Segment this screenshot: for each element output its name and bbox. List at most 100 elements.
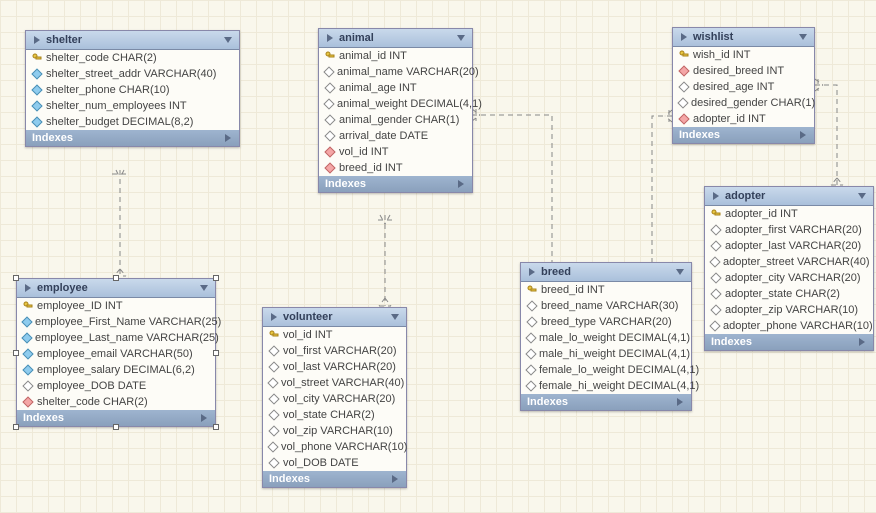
column-label: shelter_budget DECIMAL(8,2) [46, 116, 193, 128]
expand-icon[interactable] [223, 133, 233, 143]
column-row[interactable]: animal_name VARCHAR(20) [319, 64, 472, 80]
column-row[interactable]: desired_breed INT [673, 63, 814, 79]
column-row[interactable]: adopter_zip VARCHAR(10) [705, 302, 873, 318]
collapse-icon[interactable] [456, 33, 466, 43]
collapse-icon[interactable] [390, 312, 400, 322]
column-row[interactable]: vol_zip VARCHAR(10) [263, 423, 406, 439]
expand-icon[interactable] [390, 474, 400, 484]
column-row[interactable]: shelter_code CHAR(2) [26, 50, 239, 66]
column-label: vol_phone VARCHAR(10) [281, 441, 407, 453]
collapse-icon[interactable] [199, 283, 209, 293]
indexes-bar[interactable]: Indexes [521, 394, 691, 410]
collapse-icon[interactable] [798, 32, 808, 42]
column-row[interactable]: female_hi_weight DECIMAL(4,1) [521, 378, 691, 394]
column-row[interactable]: employee_Last_name VARCHAR(25) [17, 330, 215, 346]
table-title: shelter [46, 34, 82, 46]
column-row[interactable]: animal_id INT [319, 48, 472, 64]
column-row[interactable]: animal_weight DECIMAL(4,1) [319, 96, 472, 112]
diamond-open-icon [269, 346, 279, 356]
diamond-open-icon [527, 381, 535, 391]
column-row[interactable]: adopter_id INT [705, 206, 873, 222]
column-row[interactable]: employee_DOB DATE [17, 378, 215, 394]
expand-icon[interactable] [199, 413, 209, 423]
column-row[interactable]: desired_gender CHAR(1) [673, 95, 814, 111]
column-row[interactable]: vol_id INT [319, 144, 472, 160]
column-row[interactable]: vol_city VARCHAR(20) [263, 391, 406, 407]
column-row[interactable]: adopter_id INT [673, 111, 814, 127]
table-header[interactable]: volunteer [263, 308, 406, 327]
column-row[interactable]: employee_salary DECIMAL(6,2) [17, 362, 215, 378]
column-row[interactable]: animal_gender CHAR(1) [319, 112, 472, 128]
diamond-filled-icon [32, 69, 42, 79]
column-row[interactable]: vol_street VARCHAR(40) [263, 375, 406, 391]
column-row[interactable]: female_lo_weight DECIMAL(4,1) [521, 362, 691, 378]
column-row[interactable]: breed_type VARCHAR(20) [521, 314, 691, 330]
column-row[interactable]: adopter_phone VARCHAR(10) [705, 318, 873, 334]
column-row[interactable]: breed_id INT [521, 282, 691, 298]
table-icon [32, 35, 42, 45]
table-header[interactable]: shelter [26, 31, 239, 50]
column-row[interactable]: animal_age INT [319, 80, 472, 96]
table-header[interactable]: employee [17, 279, 215, 298]
column-row[interactable]: desired_age INT [673, 79, 814, 95]
column-row[interactable]: employee_email VARCHAR(50) [17, 346, 215, 362]
indexes-bar[interactable]: Indexes [319, 176, 472, 192]
table-breed[interactable]: breed breed_id INTbreed_name VARCHAR(30)… [520, 262, 692, 411]
expand-icon[interactable] [675, 397, 685, 407]
column-row[interactable]: wish_id INT [673, 47, 814, 63]
collapse-icon[interactable] [675, 267, 685, 277]
column-row[interactable]: vol_DOB DATE [263, 455, 406, 471]
column-row[interactable]: adopter_state CHAR(2) [705, 286, 873, 302]
diamond-open-icon [269, 426, 279, 436]
table-volunteer[interactable]: volunteer vol_id INT vol_first VARCHAR(20… [262, 307, 407, 488]
column-row[interactable]: male_lo_weight DECIMAL(4,1) [521, 330, 691, 346]
column-row[interactable]: vol_last VARCHAR(20) [263, 359, 406, 375]
table-icon [325, 33, 335, 43]
column-row[interactable]: adopter_last VARCHAR(20) [705, 238, 873, 254]
column-row[interactable]: arrival_date DATE [319, 128, 472, 144]
indexes-bar[interactable]: Indexes [673, 127, 814, 143]
collapse-icon[interactable] [857, 191, 867, 201]
column-row[interactable]: adopter_city VARCHAR(20) [705, 270, 873, 286]
column-row[interactable]: vol_phone VARCHAR(10) [263, 439, 406, 455]
key-icon [32, 53, 42, 63]
collapse-icon[interactable] [223, 35, 233, 45]
expand-icon[interactable] [857, 337, 867, 347]
expand-icon[interactable] [798, 130, 808, 140]
table-animal[interactable]: animal animal_id INTanimal_name VARCHAR(… [318, 28, 473, 193]
indexes-bar[interactable]: Indexes [26, 130, 239, 146]
table-shelter[interactable]: shelter shelter_code CHAR(2)shelter_stre… [25, 30, 240, 147]
table-header[interactable]: adopter [705, 187, 873, 206]
column-row[interactable]: vol_id INT [263, 327, 406, 343]
column-row[interactable]: shelter_code CHAR(2) [17, 394, 215, 410]
table-adopter[interactable]: adopter adopter_id INTadopter_first VARC… [704, 186, 874, 351]
column-row[interactable]: breed_name VARCHAR(30) [521, 298, 691, 314]
diamond-filled-icon [23, 317, 31, 327]
key-icon [527, 285, 537, 295]
column-label: vol_id INT [339, 146, 389, 158]
expand-icon[interactable] [456, 179, 466, 189]
column-row[interactable]: breed_id INT [319, 160, 472, 176]
column-row[interactable]: adopter_street VARCHAR(40) [705, 254, 873, 270]
column-row[interactable]: vol_first VARCHAR(20) [263, 343, 406, 359]
column-row[interactable]: adopter_first VARCHAR(20) [705, 222, 873, 238]
column-label: vol_state CHAR(2) [283, 409, 375, 421]
column-label: employee_email VARCHAR(50) [37, 348, 193, 360]
table-wishlist[interactable]: wishlist wish_id INTdesired_breed INTdes… [672, 27, 815, 144]
indexes-bar[interactable]: Indexes [705, 334, 873, 350]
column-row[interactable]: shelter_budget DECIMAL(8,2) [26, 114, 239, 130]
column-row[interactable]: employee_ID INT [17, 298, 215, 314]
column-row[interactable]: shelter_num_employees INT [26, 98, 239, 114]
column-label: arrival_date DATE [339, 130, 428, 142]
column-row[interactable]: employee_First_Name VARCHAR(25) [17, 314, 215, 330]
column-row[interactable]: vol_state CHAR(2) [263, 407, 406, 423]
table-employee[interactable]: employee employee_ID INTemployee_First_N… [16, 278, 216, 427]
table-header[interactable]: breed [521, 263, 691, 282]
table-header[interactable]: animal [319, 29, 472, 48]
column-label: vol_first VARCHAR(20) [283, 345, 397, 357]
column-row[interactable]: shelter_phone CHAR(10) [26, 82, 239, 98]
indexes-bar[interactable]: Indexes [263, 471, 406, 487]
table-header[interactable]: wishlist [673, 28, 814, 47]
column-row[interactable]: male_hi_weight DECIMAL(4,1) [521, 346, 691, 362]
column-row[interactable]: shelter_street_addr VARCHAR(40) [26, 66, 239, 82]
